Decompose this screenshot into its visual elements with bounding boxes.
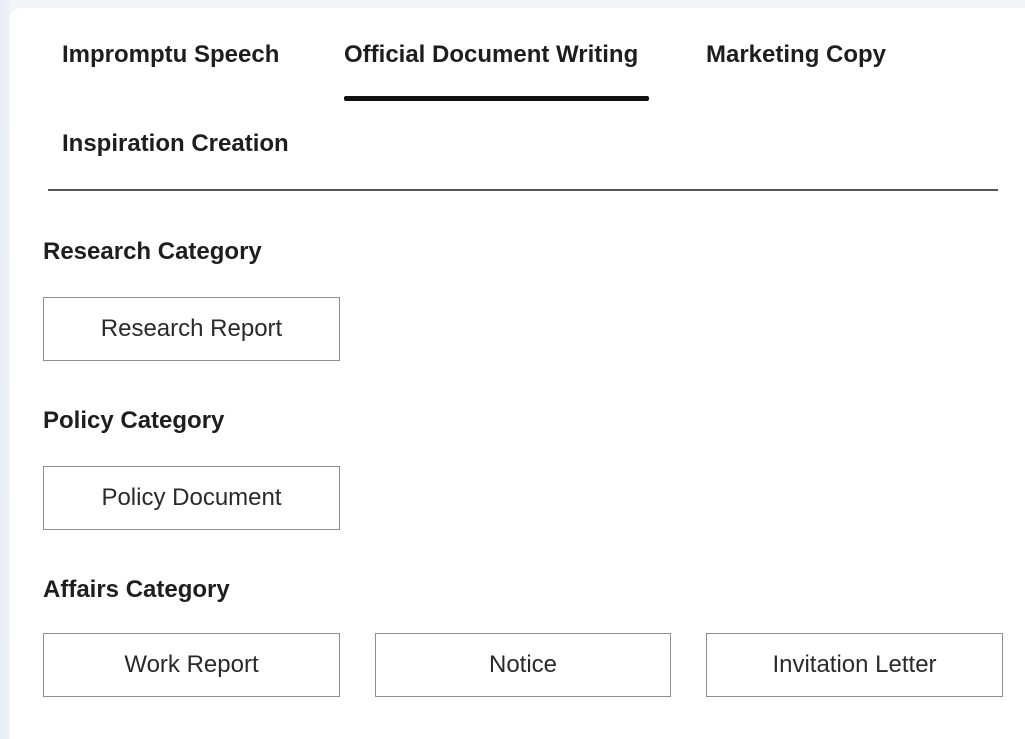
tab-inspiration-creation[interactable]: Inspiration Creation: [62, 129, 289, 159]
writing-type-panel: [10, 8, 1025, 739]
active-tab-indicator: [344, 96, 649, 101]
section-title-research: Research Category: [43, 238, 262, 265]
section-title-policy: Policy Category: [43, 407, 225, 434]
policy-document-option[interactable]: Policy Document: [43, 466, 340, 530]
tab-divider: [48, 189, 998, 191]
tab-impromptu-speech[interactable]: Impromptu Speech: [62, 40, 279, 70]
notice-option[interactable]: Notice: [375, 633, 671, 697]
invitation-letter-option[interactable]: Invitation Letter: [706, 633, 1003, 697]
work-report-option[interactable]: Work Report: [43, 633, 340, 697]
tab-official-document-writing[interactable]: Official Document Writing: [344, 40, 638, 70]
research-report-option[interactable]: Research Report: [43, 297, 340, 361]
tab-marketing-copy[interactable]: Marketing Copy: [706, 40, 886, 70]
section-title-affairs: Affairs Category: [43, 576, 230, 603]
